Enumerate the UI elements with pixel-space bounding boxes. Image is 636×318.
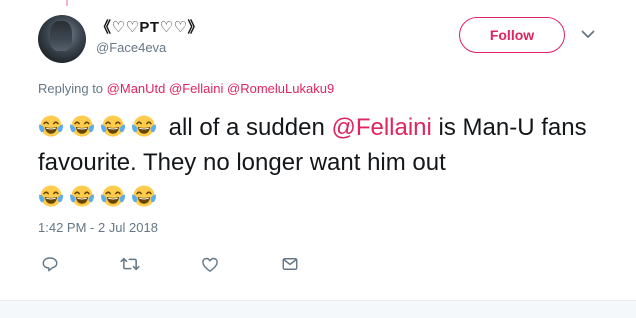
- reply-mention-lukaku[interactable]: @RomeluLukaku9: [227, 81, 334, 96]
- author-handle[interactable]: @Face4eva: [96, 40, 166, 55]
- tweet-mention-fellaini[interactable]: @Fellaini: [331, 114, 431, 141]
- tweet-timestamp[interactable]: 1:42 PM - 2 Jul 2018: [38, 220, 158, 235]
- face-with-tears-of-joy-icon: [69, 113, 95, 139]
- face-with-tears-of-joy-icon: [69, 183, 95, 209]
- like-icon[interactable]: [200, 254, 220, 274]
- reply-mention-manutd[interactable]: @ManUtd: [107, 81, 166, 96]
- direct-message-icon[interactable]: [280, 254, 300, 274]
- replying-to: Replying to @ManUtd @Fellaini @RomeluLuk…: [38, 81, 334, 96]
- tweet-text-part-1: all of a sudden: [168, 114, 325, 141]
- thread-connector: [66, 0, 68, 6]
- tweet-actions: [40, 254, 320, 274]
- reply-icon[interactable]: [40, 254, 60, 274]
- face-with-tears-of-joy-icon: [38, 113, 64, 139]
- reply-mention-fellaini[interactable]: @Fellaini: [169, 81, 223, 96]
- chevron-down-icon[interactable]: [580, 28, 596, 40]
- avatar[interactable]: [38, 15, 86, 63]
- follow-button[interactable]: Follow: [459, 17, 565, 53]
- tweet-text: all of a sudden @Fellaini is Man-U fans …: [38, 110, 618, 215]
- face-with-tears-of-joy-icon: [38, 183, 64, 209]
- face-with-tears-of-joy-icon: [131, 113, 157, 139]
- replying-to-label: Replying to: [38, 81, 104, 96]
- retweet-icon[interactable]: [120, 254, 140, 274]
- face-with-tears-of-joy-icon: [100, 183, 126, 209]
- face-with-tears-of-joy-icon: [131, 183, 157, 209]
- footer-band: [0, 301, 636, 318]
- face-with-tears-of-joy-icon: [100, 113, 126, 139]
- author-display-name[interactable]: 《♡♡PT♡♡》: [96, 16, 203, 37]
